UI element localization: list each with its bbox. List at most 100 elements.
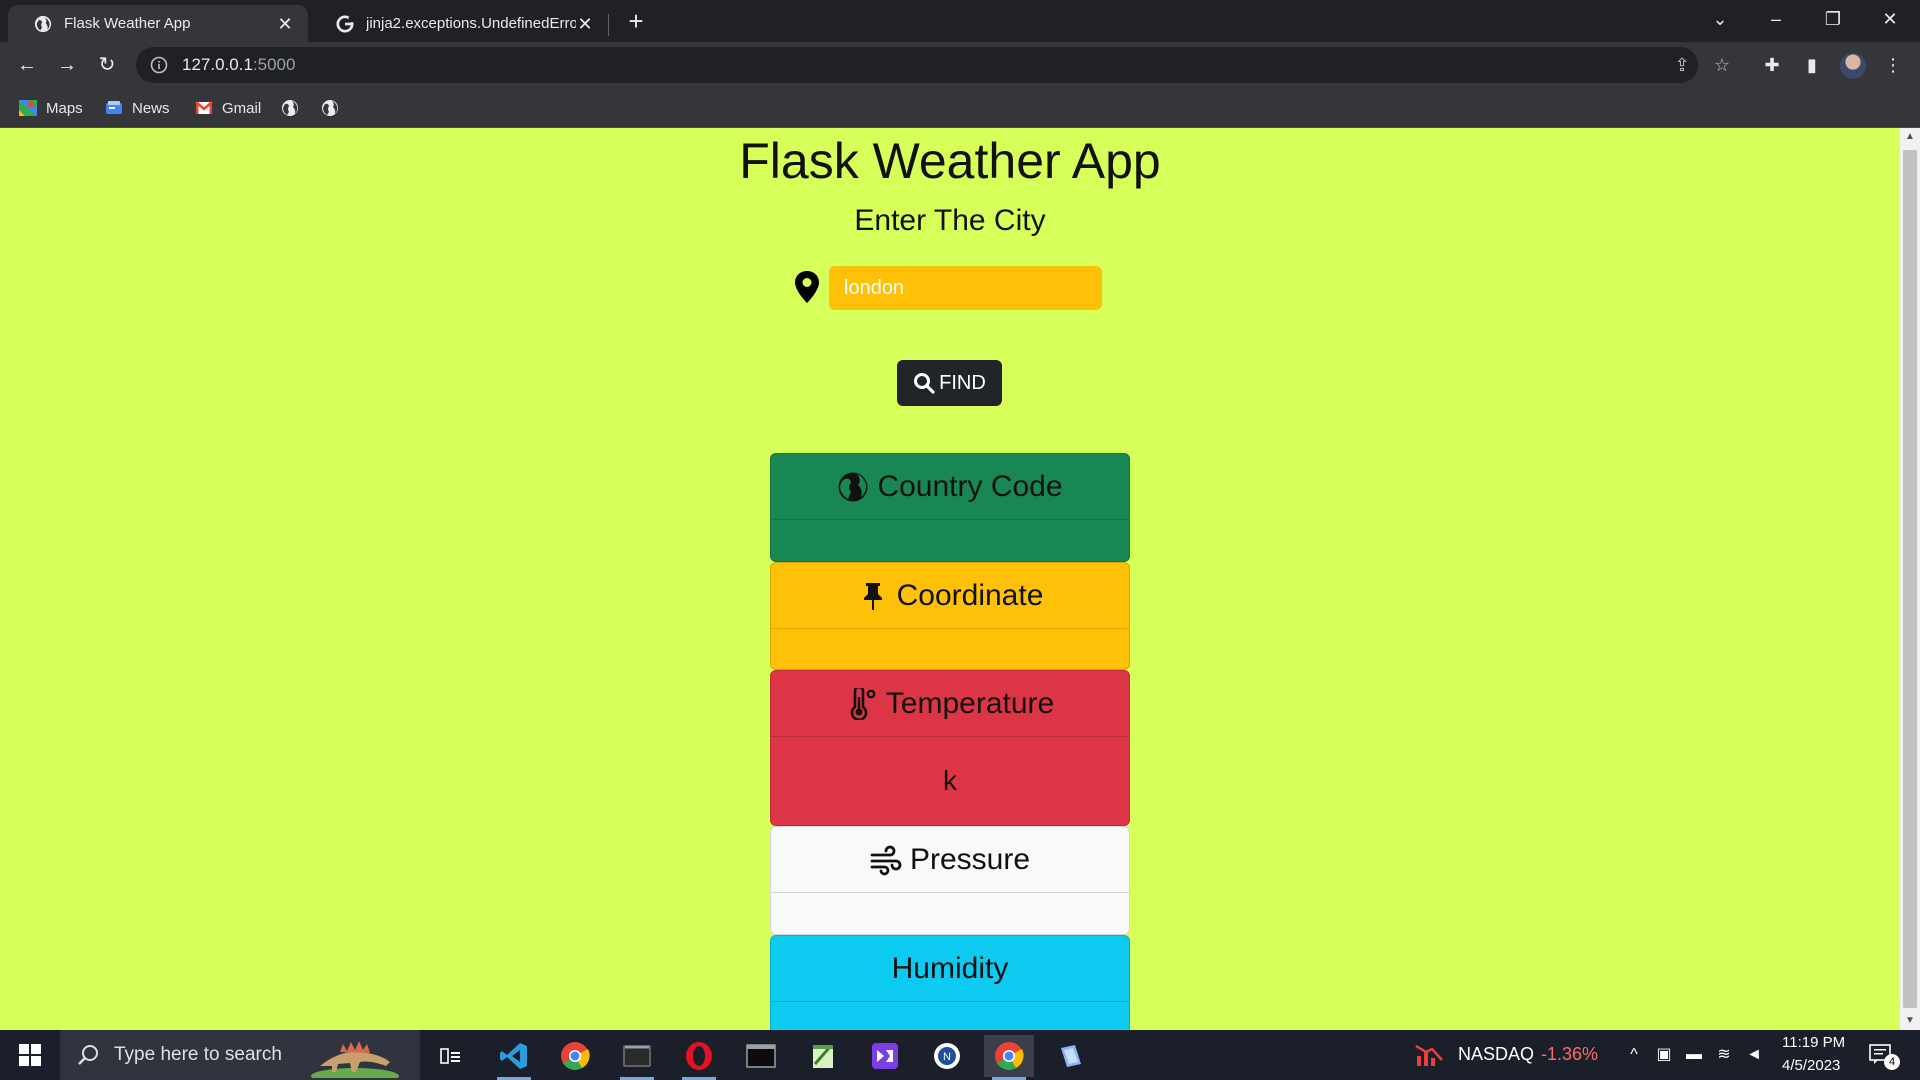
- page-scrollbar[interactable]: ▲ ▼: [1900, 128, 1920, 1030]
- close-tab-icon[interactable]: ✕: [576, 15, 594, 33]
- minimize-button[interactable]: –: [1756, 4, 1796, 34]
- info-icon[interactable]: [150, 56, 168, 74]
- temperature-value: k: [943, 765, 957, 796]
- chrome-icon[interactable]: [550, 1035, 600, 1077]
- humidity-label: Humidity: [891, 951, 1009, 985]
- tab-title: jinja2.exceptions.UndefinedError:: [366, 15, 576, 32]
- scrollbar-thumb[interactable]: [1903, 150, 1917, 1008]
- pressure-header: Pressure: [771, 827, 1129, 893]
- thermometer-icon: [850, 687, 876, 720]
- browser-tab-bar: Flask Weather App ✕ jinja2.exceptions.Un…: [0, 0, 1920, 42]
- scroll-down-arrow-icon[interactable]: ▼: [1900, 1012, 1920, 1030]
- task-view-icon[interactable]: [426, 1035, 476, 1077]
- find-button[interactable]: FIND: [897, 360, 1002, 406]
- temperature-header: Temperature: [771, 671, 1129, 737]
- scroll-up-arrow-icon[interactable]: ▲: [1900, 128, 1920, 146]
- tab-jinja-error[interactable]: jinja2.exceptions.UndefinedError: ✕: [310, 5, 608, 42]
- clock-date[interactable]: 4/5/2023: [1782, 1057, 1840, 1074]
- app-blue-icon[interactable]: [1046, 1035, 1096, 1077]
- search-icon: [914, 373, 935, 394]
- globe-icon: [322, 100, 338, 116]
- coordinate-header: Coordinate: [771, 563, 1129, 629]
- bookmark-news[interactable]: News: [104, 96, 170, 120]
- dinosaur-icon: [311, 1041, 399, 1078]
- stock-name[interactable]: NASDAQ: [1458, 1044, 1534, 1065]
- bookmark-label: Gmail: [222, 99, 262, 117]
- temperature-label: Temperature: [885, 686, 1055, 720]
- notepad-icon[interactable]: [798, 1035, 848, 1077]
- chevron-up-icon[interactable]: ^: [1624, 1045, 1644, 1065]
- restore-button[interactable]: ❐: [1813, 4, 1853, 34]
- tab-flask-weather-app[interactable]: Flask Weather App ✕: [8, 5, 308, 42]
- page-viewport: Flask Weather App Enter The City FIND Co…: [0, 128, 1920, 1030]
- chrome-active-icon[interactable]: [984, 1035, 1034, 1080]
- start-button[interactable]: [0, 1030, 60, 1080]
- bookmark-label: News: [132, 99, 170, 117]
- page-title: Flask Weather App: [739, 133, 1161, 189]
- vscode-icon[interactable]: [489, 1035, 539, 1080]
- taskbar-search[interactable]: Type here to search: [60, 1030, 420, 1080]
- windows-taskbar: Type here to search N NASDAQ -1.36% ^ ▣ …: [0, 1030, 1920, 1080]
- coordinate-label: Coordinate: [896, 578, 1044, 612]
- coordinate-card: Coordinate: [770, 562, 1130, 670]
- coordinate-value: [771, 629, 1129, 669]
- app-w-icon[interactable]: N: [922, 1035, 972, 1077]
- bookmark-maps[interactable]: Maps: [18, 96, 83, 120]
- stock-change[interactable]: -1.36%: [1541, 1044, 1598, 1065]
- pressure-card: Pressure: [770, 826, 1130, 935]
- new-tab-button[interactable]: +: [624, 8, 648, 34]
- extensions-icon[interactable]: ✚: [1757, 50, 1787, 80]
- country-code-value: [771, 520, 1129, 561]
- find-button-label: FIND: [939, 371, 986, 394]
- back-button[interactable]: ←: [12, 50, 42, 80]
- visual-studio-icon[interactable]: [860, 1035, 910, 1077]
- url-port: :5000: [252, 55, 296, 74]
- page-subtitle: Enter The City: [854, 204, 1046, 237]
- humidity-card: Humidity: [770, 935, 1130, 1030]
- bookmark-star-icon[interactable]: ☆: [1708, 51, 1736, 79]
- menu-dots-icon[interactable]: ⋮: [1878, 50, 1908, 80]
- battery-icon[interactable]: ▬: [1684, 1045, 1704, 1065]
- humidity-header: Humidity: [771, 936, 1129, 1002]
- close-window-button[interactable]: ✕: [1870, 4, 1910, 34]
- volume-icon[interactable]: ◄: [1744, 1045, 1764, 1065]
- country-code-label: Country Code: [877, 469, 1063, 503]
- profile-avatar[interactable]: [1840, 53, 1866, 79]
- globe-icon: [838, 472, 868, 501]
- search-placeholder: Type here to search: [114, 1044, 282, 1065]
- file-manager-icon[interactable]: [612, 1035, 662, 1080]
- address-bar[interactable]: 127.0.0.1:5000: [136, 47, 1698, 83]
- share-icon[interactable]: ⇪: [1668, 51, 1696, 79]
- pressure-value: [771, 893, 1129, 934]
- forward-button[interactable]: →: [52, 50, 82, 80]
- search-icon: [78, 1045, 98, 1065]
- wind-icon: [870, 845, 902, 875]
- country-code-header: Country Code: [771, 454, 1129, 520]
- google-icon: [336, 14, 354, 33]
- notification-center[interactable]: 4: [1868, 1042, 1900, 1070]
- bookmark-gmail[interactable]: Gmail: [194, 96, 261, 120]
- url-text: 127.0.0.1:5000: [182, 55, 295, 75]
- globe-icon: [34, 15, 52, 32]
- bookmark-globe-2[interactable]: [320, 96, 348, 120]
- bookmark-globe-1[interactable]: [280, 96, 308, 120]
- meet-now-icon[interactable]: ▣: [1654, 1045, 1674, 1065]
- news-icon: [106, 101, 122, 114]
- close-tab-icon[interactable]: ✕: [276, 15, 294, 33]
- side-panel-icon[interactable]: ▮: [1797, 50, 1827, 80]
- bookmarks-bar: Maps News Gmail: [0, 88, 1920, 128]
- globe-icon: [282, 100, 298, 116]
- city-input[interactable]: [829, 266, 1102, 310]
- tab-search-chevron-icon[interactable]: ⌄: [1700, 4, 1740, 34]
- svg-text:N: N: [943, 1051, 951, 1063]
- opera-icon[interactable]: [674, 1035, 724, 1080]
- wifi-icon[interactable]: ≋: [1714, 1045, 1734, 1065]
- maps-icon: [19, 100, 37, 116]
- reload-button[interactable]: ↻: [92, 50, 122, 80]
- pushpin-icon: [863, 582, 882, 610]
- location-pin-icon: [795, 271, 819, 303]
- gmail-icon: [195, 101, 213, 114]
- tab-title: Flask Weather App: [64, 15, 191, 32]
- clock-time[interactable]: 11:19 PM: [1782, 1034, 1845, 1051]
- terminal-icon[interactable]: [736, 1035, 786, 1077]
